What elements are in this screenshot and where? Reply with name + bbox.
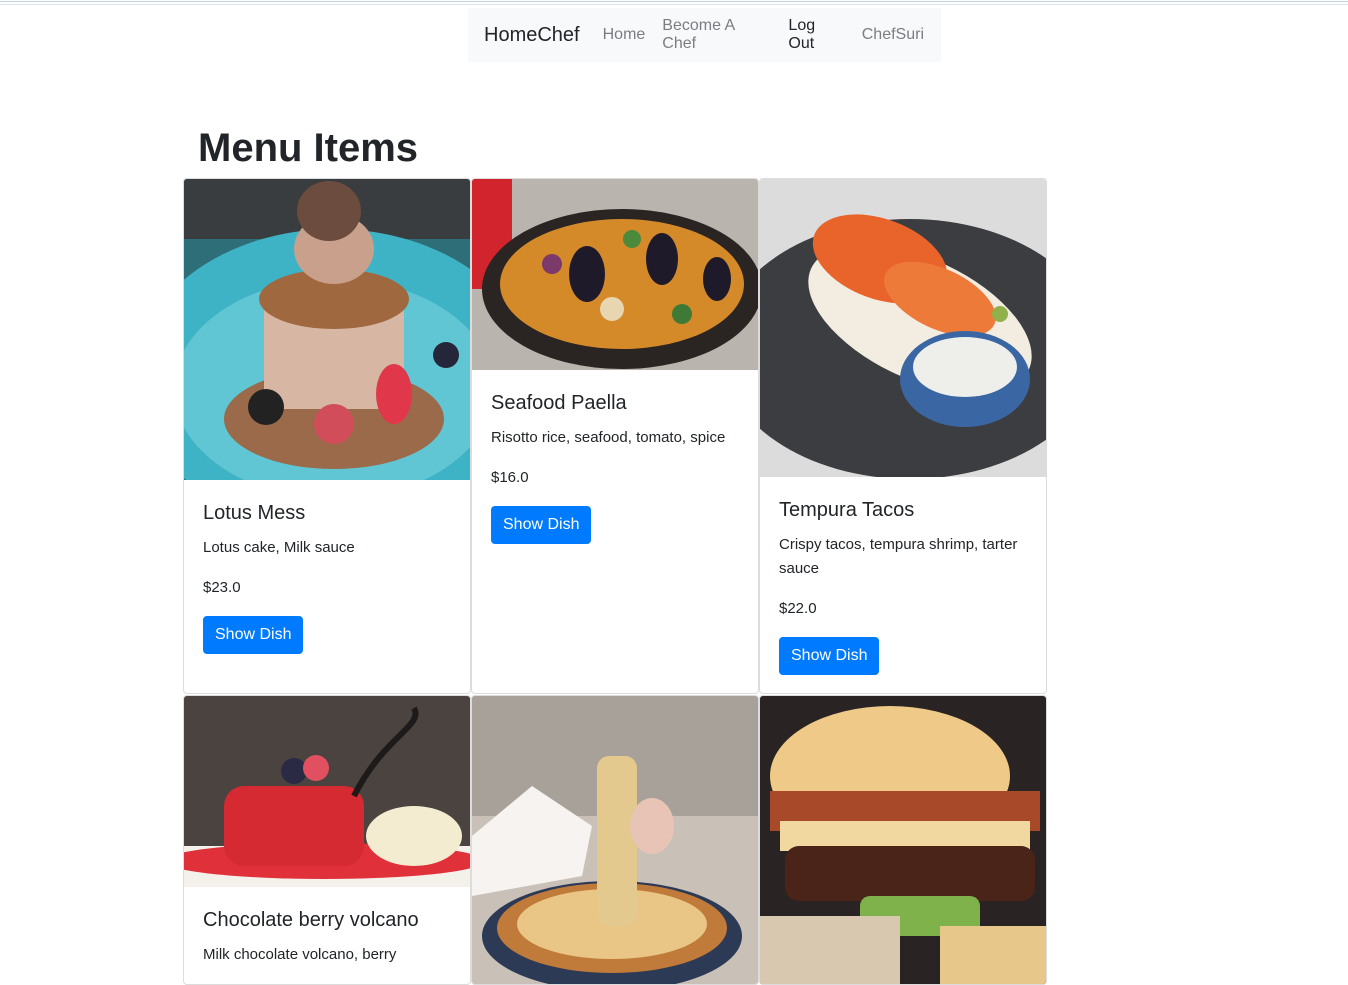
dish-image-burger	[760, 696, 1046, 984]
dish-name: Lotus Mess	[203, 502, 306, 524]
dish-image-lotus-mess	[184, 179, 470, 480]
dish-image-chocolate-berry-volcano	[184, 696, 470, 887]
dish-name: Tempura Tacos	[779, 499, 915, 521]
dish-description: Risotto rice, seafood, tomato, spice	[491, 429, 726, 446]
nav-link-log-out[interactable]: Log Out	[788, 17, 844, 53]
navbar-brand[interactable]: HomeChef	[484, 24, 580, 47]
menu-card-chocolate-berry-volcano: Chocolate berry volcano Milk chocolate v…	[183, 695, 471, 985]
menu-card-seafood-paella: Seafood Paella Risotto rice, seafood, to…	[471, 178, 759, 694]
dish-price: $23.0	[203, 579, 241, 596]
nav-link-user-profile[interactable]: ChefSuri	[862, 26, 924, 44]
show-dish-button[interactable]: Show Dish	[779, 637, 880, 675]
dish-price: $22.0	[779, 600, 817, 617]
menu-card-lotus-mess: Lotus Mess Lotus cake, Milk sauce $23.0 …	[183, 178, 471, 694]
dish-image-seafood-paella	[472, 179, 758, 370]
page-title: Menu Items	[198, 126, 419, 170]
nav-link-become-a-chef[interactable]: Become A Chef	[662, 17, 771, 53]
show-dish-button[interactable]: Show Dish	[203, 616, 304, 654]
nav-link-home[interactable]: Home	[603, 26, 646, 44]
show-dish-button[interactable]: Show Dish	[491, 506, 592, 544]
dish-image-pasta	[472, 696, 758, 984]
dish-image-tempura-tacos	[760, 179, 1046, 477]
menu-card-tempura-tacos: Tempura Tacos Crispy tacos, tempura shri…	[759, 178, 1047, 694]
dish-name: Chocolate berry volcano	[203, 909, 419, 931]
dish-description: Lotus cake, Milk sauce	[203, 539, 355, 556]
dish-name: Seafood Paella	[491, 392, 627, 414]
menu-card-burger	[759, 695, 1047, 985]
navbar: HomeChef Home Become A Chef Log Out Chef…	[468, 8, 941, 62]
dish-description: Milk chocolate volcano, berry	[203, 946, 397, 963]
dish-description: Crispy tacos, tempura shrimp, tarter sau…	[779, 536, 1018, 577]
browser-top-edge	[0, 0, 1348, 6]
dish-price: $16.0	[491, 469, 529, 486]
menu-card-pasta	[471, 695, 759, 985]
